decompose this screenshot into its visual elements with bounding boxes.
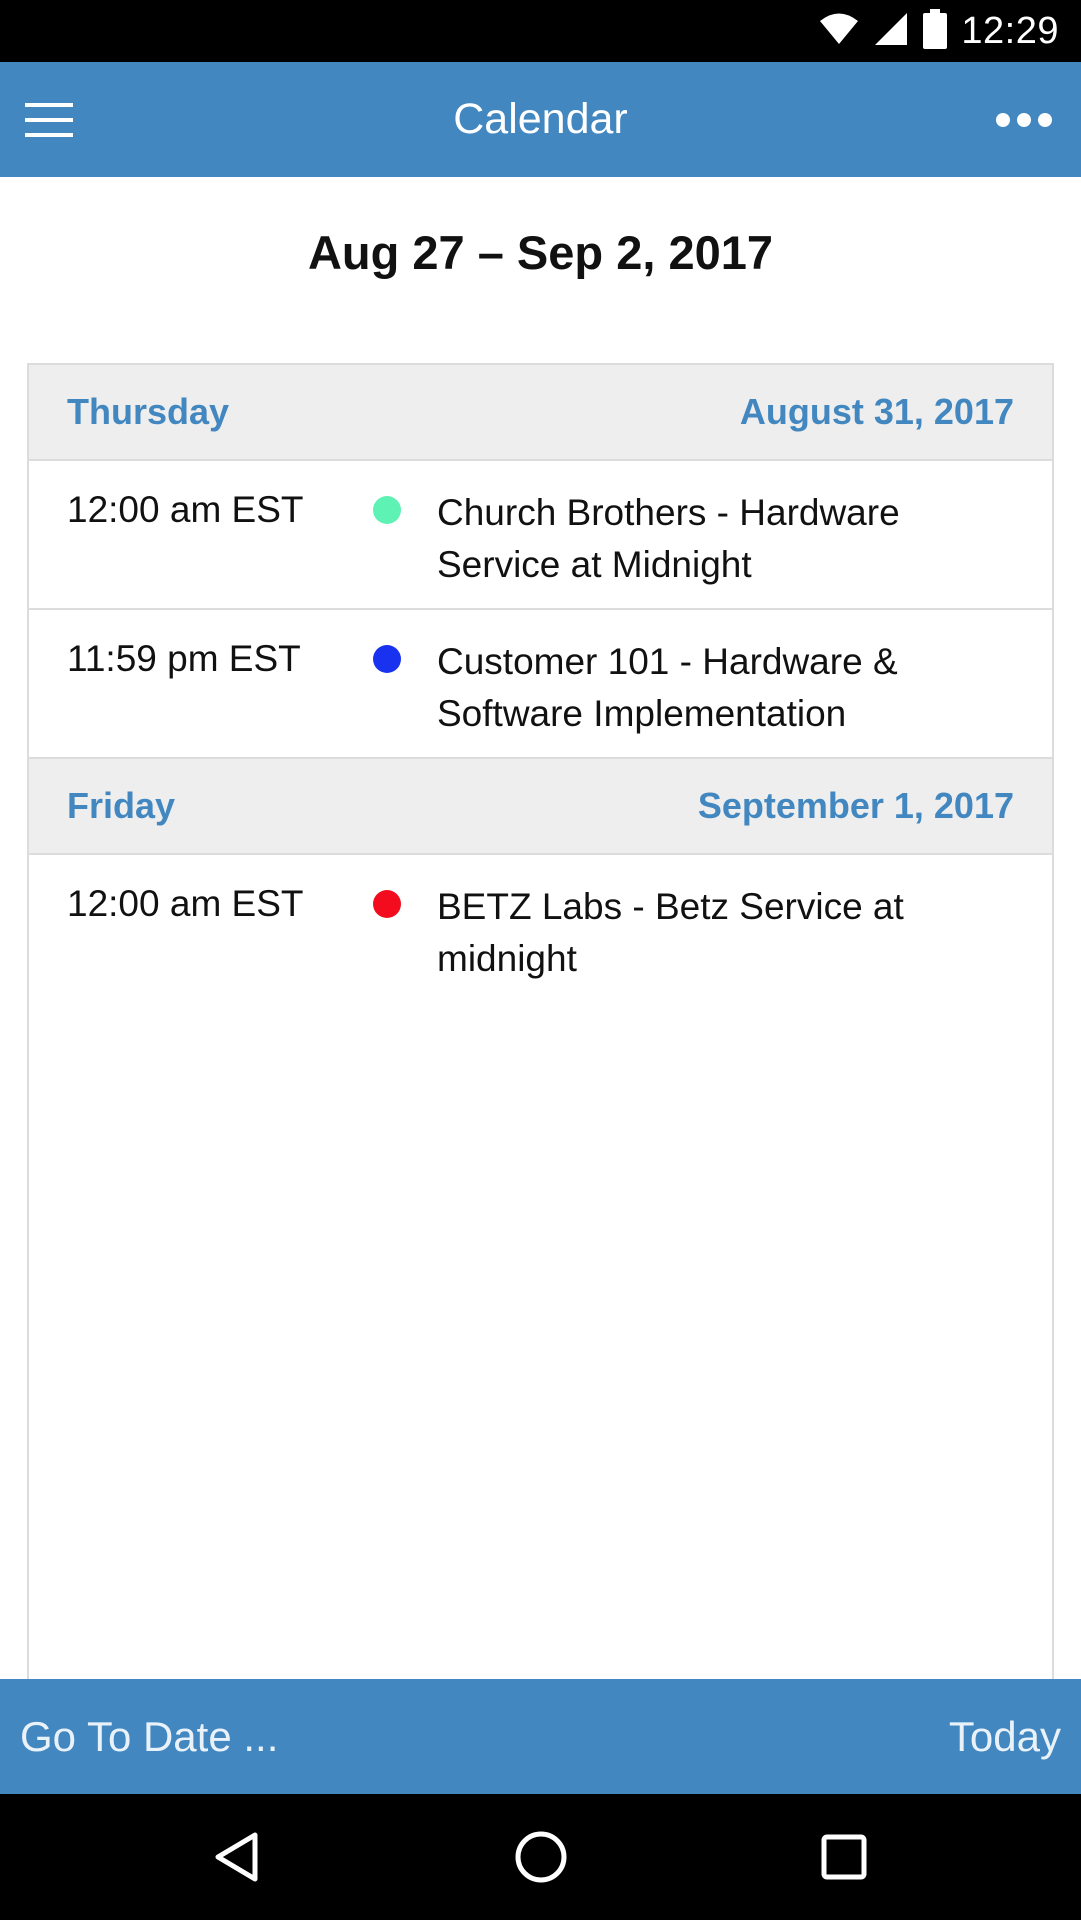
home-circle-icon — [515, 1831, 567, 1883]
status-time: 12:29 — [961, 9, 1059, 52]
today-button[interactable]: Today — [949, 1679, 1061, 1794]
back-triangle-icon — [215, 1832, 258, 1882]
status-bar: 12:29 — [0, 0, 1081, 62]
battery-icon — [923, 8, 948, 54]
bottom-action-bar: Go To Date ... Today — [0, 1679, 1081, 1794]
recents-square-icon — [821, 1834, 867, 1880]
event-color-dot — [373, 645, 401, 673]
day-header-weekday: Thursday — [67, 391, 230, 432]
day-header-thursday: Thursday August 31, 2017 — [29, 365, 1052, 461]
event-color-dot — [373, 890, 401, 918]
page-title: Calendar — [453, 95, 628, 143]
agenda-list: Thursday August 31, 2017 12:00 am EST Ch… — [27, 363, 1054, 1679]
recents-button[interactable] — [809, 1822, 879, 1892]
hamburger-menu-icon — [25, 103, 73, 137]
app-bar: Calendar — [0, 62, 1081, 177]
signal-icon — [873, 11, 909, 52]
home-button[interactable] — [506, 1822, 576, 1892]
day-header-date: August 31, 2017 — [739, 391, 1014, 432]
back-button[interactable] — [201, 1822, 271, 1892]
event-time: 12:00 am EST — [67, 883, 304, 924]
more-options-button[interactable] — [987, 92, 1061, 148]
event-color-dot — [373, 496, 401, 524]
day-header-weekday: Friday — [67, 785, 176, 826]
system-nav-bar — [0, 1794, 1081, 1920]
event-time: 11:59 pm EST — [67, 638, 301, 679]
event-row[interactable]: 11:59 pm EST Customer 101 - Hardware & S… — [29, 610, 1052, 759]
more-horizontal-icon — [996, 113, 1052, 127]
event-title: BETZ Labs - Betz Service at midnight — [437, 886, 904, 979]
status-icons: 12:29 — [819, 0, 1059, 62]
event-row[interactable]: 12:00 am EST Church Brothers - Hardware … — [29, 461, 1052, 610]
event-title: Customer 101 - Hardware & Software Imple… — [437, 641, 898, 734]
event-title: Church Brothers - Hardware Service at Mi… — [437, 492, 900, 585]
event-row[interactable]: 12:00 am EST BETZ Labs - Betz Service at… — [29, 855, 1052, 1004]
day-header-date: September 1, 2017 — [697, 785, 1014, 826]
week-range-title: Aug 27 – Sep 2, 2017 — [307, 226, 774, 279]
go-to-date-button[interactable]: Go To Date ... — [20, 1679, 278, 1794]
wifi-icon — [819, 12, 859, 51]
event-time: 12:00 am EST — [67, 489, 304, 530]
menu-button[interactable] — [20, 92, 78, 148]
day-header-friday: Friday September 1, 2017 — [29, 759, 1052, 855]
